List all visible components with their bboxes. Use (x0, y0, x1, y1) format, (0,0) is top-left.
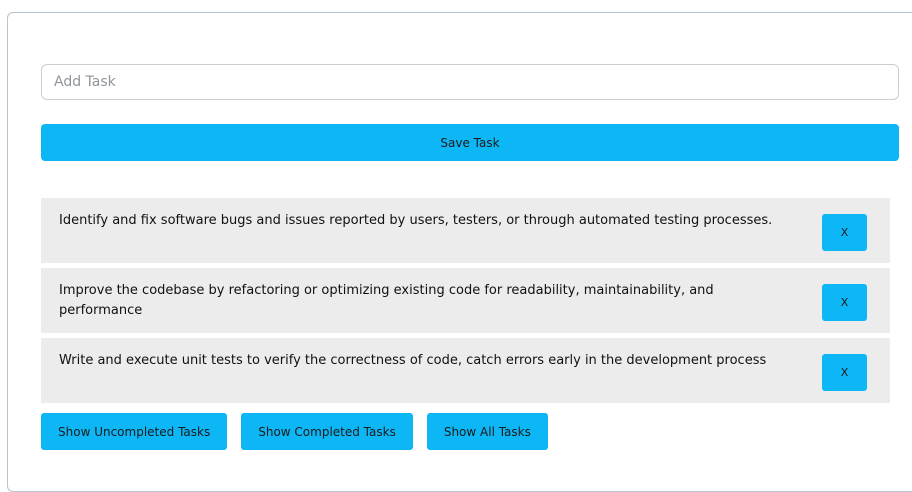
filter-bar: Show Uncompleted Tasks Show Completed Ta… (41, 413, 548, 450)
task-item[interactable]: Improve the codebase by refactoring or o… (41, 268, 890, 333)
show-uncompleted-button[interactable]: Show Uncompleted Tasks (41, 413, 228, 450)
add-task-input[interactable] (41, 64, 899, 100)
show-completed-button[interactable]: Show Completed Tasks (241, 413, 413, 450)
task-item[interactable]: Write and execute unit tests to verify t… (41, 338, 890, 403)
task-item[interactable]: Identify and fix software bugs and issue… (41, 198, 890, 263)
delete-task-button[interactable]: X (822, 354, 867, 391)
task-list: Identify and fix software bugs and issue… (41, 198, 890, 408)
save-task-button[interactable]: Save Task (41, 124, 899, 161)
delete-task-button[interactable]: X (822, 284, 867, 321)
delete-task-button[interactable]: X (822, 214, 867, 251)
task-text: Write and execute unit tests to verify t… (59, 353, 767, 368)
task-text: Improve the codebase by refactoring or o… (59, 283, 714, 318)
task-text: Identify and fix software bugs and issue… (59, 213, 773, 228)
show-all-button[interactable]: Show All Tasks (426, 413, 548, 450)
